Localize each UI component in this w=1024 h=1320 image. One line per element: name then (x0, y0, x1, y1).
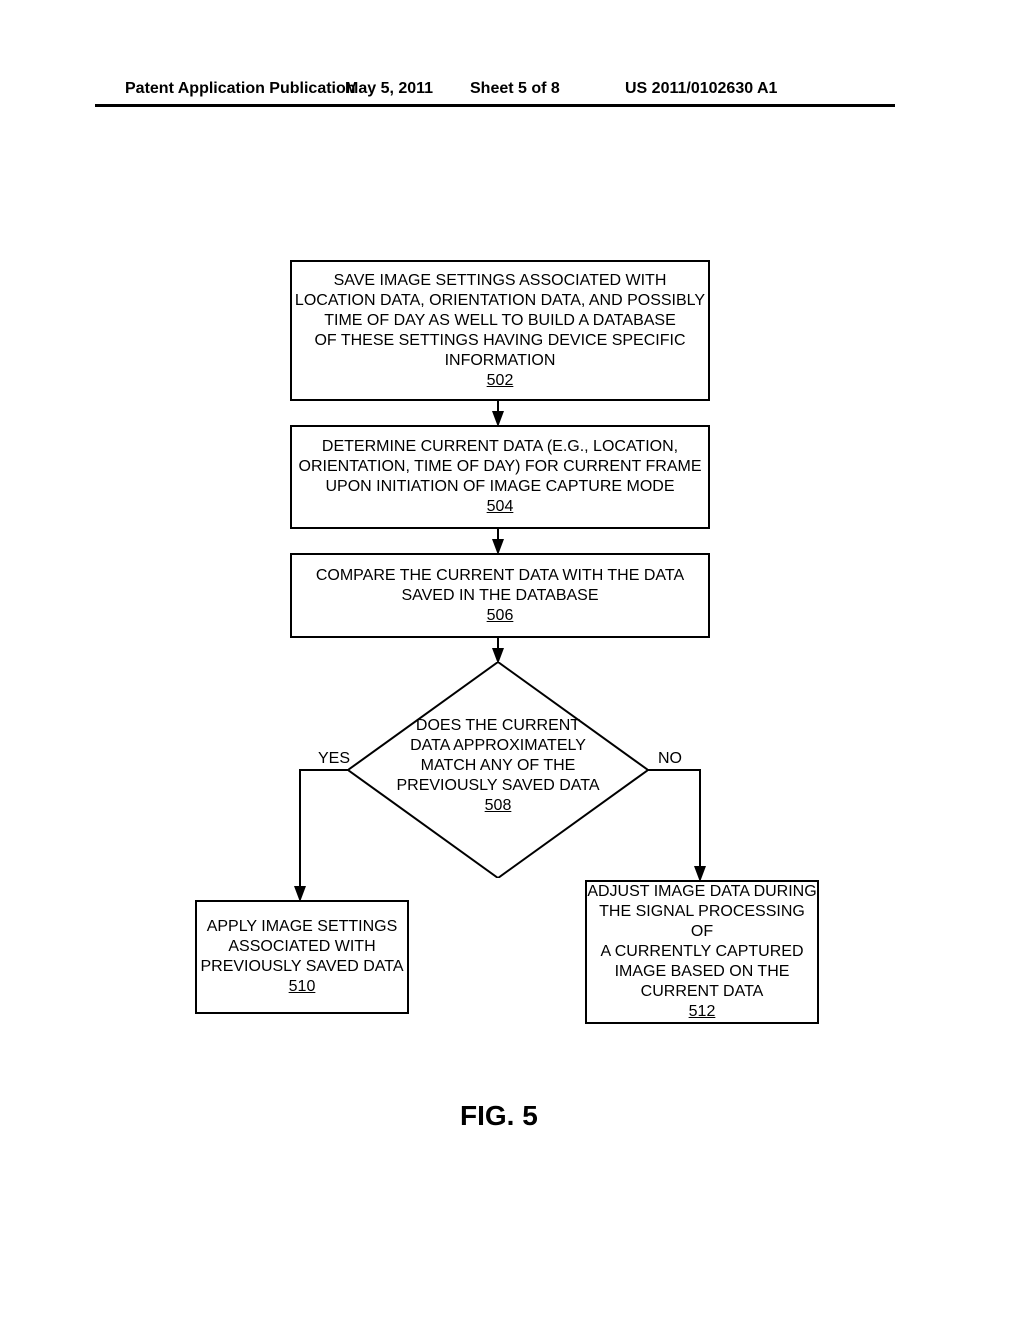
edge-label-no: NO (658, 750, 682, 768)
page: Patent Application Publication May 5, 20… (0, 0, 1024, 1320)
flow-box-502: SAVE IMAGE SETTINGS ASSOCIATED WITH LOCA… (290, 260, 710, 401)
header-date: May 5, 2011 (345, 80, 433, 98)
flow-decision-508: DOES THE CURRENT DATA APPROXIMATELY MATC… (348, 662, 648, 878)
header-rule (95, 104, 895, 107)
flow-box-504: DETERMINE CURRENT DATA (E.G., LOCATION, … (290, 425, 710, 529)
edge-label-yes: YES (318, 750, 350, 768)
box-text: SAVE IMAGE SETTINGS ASSOCIATED WITH LOCA… (295, 271, 705, 391)
decision-text: DOES THE CURRENT DATA APPROXIMATELY MATC… (348, 716, 648, 816)
header-sheet: Sheet 5 of 8 (470, 80, 560, 98)
flow-box-506: COMPARE THE CURRENT DATA WITH THE DATA S… (290, 553, 710, 638)
header-pubno: US 2011/0102630 A1 (625, 80, 777, 98)
box-text: APPLY IMAGE SETTINGS ASSOCIATED WITH PRE… (200, 917, 403, 997)
flow-box-512: ADJUST IMAGE DATA DURING THE SIGNAL PROC… (585, 880, 819, 1024)
box-text: DETERMINE CURRENT DATA (E.G., LOCATION, … (299, 437, 702, 517)
box-text: COMPARE THE CURRENT DATA WITH THE DATA S… (316, 566, 684, 626)
flow-box-510: APPLY IMAGE SETTINGS ASSOCIATED WITH PRE… (195, 900, 409, 1014)
box-text: ADJUST IMAGE DATA DURING THE SIGNAL PROC… (587, 882, 817, 1022)
header-left: Patent Application Publication (125, 80, 356, 98)
figure-label: FIG. 5 (460, 1100, 538, 1132)
